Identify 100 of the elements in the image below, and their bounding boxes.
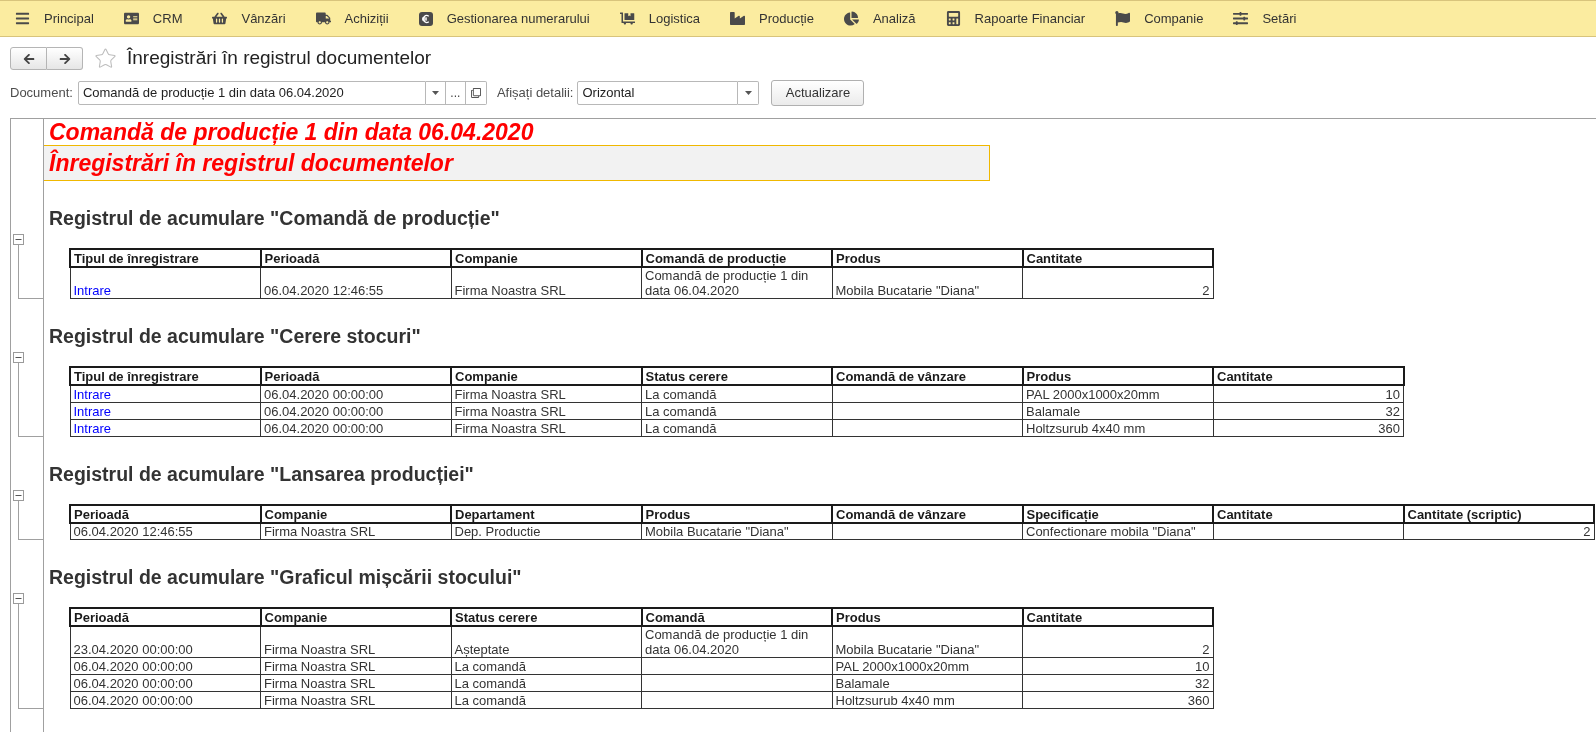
- calculator-icon: [945, 11, 961, 26]
- table-cell: 2: [1022, 267, 1213, 299]
- table-cell: Firma Noastra SRL: [260, 522, 451, 540]
- report-subtitle: Înregistrări în registrul documentelor: [44, 145, 990, 181]
- open-button[interactable]: [465, 81, 487, 105]
- select-button[interactable]: ...: [445, 81, 466, 105]
- menu-item[interactable]: Setări: [1233, 8, 1297, 29]
- menu-item[interactable]: Companie: [1115, 8, 1204, 29]
- table-cell: 32: [1022, 674, 1213, 692]
- table-cell: La comandă: [451, 674, 642, 692]
- column-header: Produs: [832, 608, 1023, 626]
- table-cell: Firma Noastra SRL: [260, 626, 451, 658]
- menu-item[interactable]: Analiză: [843, 8, 916, 29]
- hand-truck-icon: [619, 11, 635, 26]
- overlapping-squares-icon: [470, 88, 481, 98]
- record-link[interactable]: Intrare: [73, 283, 112, 298]
- menu-item[interactable]: Principal: [15, 8, 94, 29]
- table-cell: Firma Noastra SRL: [260, 657, 451, 675]
- table-cell: La comandă: [641, 419, 832, 436]
- details-field[interactable]: Orizontal: [577, 81, 739, 105]
- table-cell: Dep. Productie: [451, 522, 642, 540]
- column-header: Comandă de producție: [641, 249, 832, 267]
- column-header: Companie: [451, 249, 642, 267]
- table-cell: Holtzsurub 4x40 mm: [832, 691, 1023, 709]
- collapse-icon[interactable]: [13, 234, 24, 245]
- record-link[interactable]: Intrare: [73, 386, 112, 402]
- table-cell: La comandă: [451, 691, 642, 709]
- menu-item[interactable]: Producție: [730, 8, 814, 29]
- column-header: Tipul de înregistrare: [70, 249, 261, 267]
- collapse-icon[interactable]: [13, 352, 24, 363]
- table-cell: Comandă de producție 1 din data 06.04.2020: [641, 267, 832, 299]
- arrow-right-icon: [58, 52, 71, 65]
- menu-icon: [15, 11, 30, 26]
- record-link[interactable]: Intrare: [73, 403, 112, 419]
- menu-item[interactable]: Rapoarte Financiar: [945, 8, 1086, 29]
- table-cell: 06.04.2020 12:46:55: [70, 522, 261, 540]
- menu-item[interactable]: Vânzări: [212, 8, 286, 29]
- column-header: Comandă: [641, 608, 832, 626]
- collapse-icon[interactable]: [13, 593, 24, 604]
- table-cell: 360: [1022, 691, 1213, 709]
- table-cell: Holtzsurub 4x40 mm: [1022, 419, 1213, 436]
- table-cell: Firma Noastra SRL: [451, 419, 642, 436]
- table-cell: 06.04.2020 00:00:00: [70, 657, 261, 675]
- table-cell: 2: [1403, 522, 1594, 540]
- table-cell: Firma Noastra SRL: [260, 691, 451, 709]
- column-header: Companie: [260, 504, 451, 523]
- table-cell: Mobila Bucatarie "Diana": [832, 626, 1023, 658]
- menu-item[interactable]: Logistica: [619, 8, 700, 29]
- section-heading: Registrul de acumulare "Cerere stocuri": [49, 325, 421, 347]
- column-header: Cantitate: [1022, 249, 1213, 267]
- table-cell: 06.04.2020 00:00:00: [260, 419, 451, 436]
- back-button[interactable]: [10, 47, 47, 70]
- section-heading: Registrul de acumulare "Graficul mișcării stocului": [49, 566, 522, 588]
- dropdown-button[interactable]: [425, 81, 446, 105]
- sliders-icon: [1233, 11, 1249, 26]
- document-field[interactable]: Comandă de producție 1 din data 06.04.2020: [77, 81, 426, 105]
- table-cell: Firma Noastra SRL: [451, 267, 642, 299]
- caret-down-icon: [431, 91, 439, 95]
- star-icon[interactable]: [94, 47, 117, 70]
- table-cell: 06.04.2020 12:46:55: [260, 267, 451, 299]
- refresh-button[interactable]: Actualizare: [771, 80, 865, 106]
- table-cell: 06.04.2020 00:00:00: [70, 674, 261, 692]
- column-header: Perioadă: [70, 504, 261, 523]
- dropdown-button[interactable]: [738, 81, 760, 105]
- column-header: Comandă de vânzare: [832, 504, 1023, 523]
- table-cell: Firma Noastra SRL: [451, 385, 642, 402]
- column-header: Companie: [451, 367, 642, 385]
- table-cell: 23.04.2020 00:00:00: [70, 626, 261, 658]
- menu-item[interactable]: Gestionarea numerarului: [418, 8, 590, 29]
- truck-icon: [315, 11, 331, 26]
- basket-icon: [212, 11, 228, 26]
- forward-button[interactable]: [47, 47, 83, 70]
- table-cell: Mobila Bucatarie "Diana": [641, 522, 832, 540]
- column-header: Cantitate: [1022, 608, 1213, 626]
- section-heading: Registrul de acumulare "Lansarea producției": [49, 462, 474, 485]
- table-cell: 06.04.2020 00:00:00: [260, 385, 451, 402]
- collapse-icon[interactable]: [13, 489, 24, 501]
- field-label: Document:: [10, 84, 73, 103]
- arrow-left-icon: [22, 52, 35, 65]
- column-header: Perioadă: [260, 367, 451, 385]
- column-header: Produs: [641, 504, 832, 523]
- caret-down-icon: [744, 91, 752, 95]
- record-link[interactable]: Intrare: [73, 420, 112, 436]
- table-cell: PAL 2000x1000x20mm: [1022, 385, 1213, 402]
- table-cell: Comandă de producție 1 din data 06.04.2020: [641, 626, 832, 658]
- table-cell: 10: [1022, 657, 1213, 675]
- column-header: Cantitate: [1213, 367, 1404, 385]
- column-header: Status cerere: [451, 608, 642, 626]
- menu-item[interactable]: CRM: [123, 8, 183, 29]
- table-cell: 360: [1213, 419, 1404, 436]
- pie-chart-icon: [843, 11, 859, 26]
- page-title: Înregistrări în registrul documentelor: [127, 46, 432, 71]
- table-cell: La comandă: [641, 385, 832, 402]
- column-header: Produs: [1022, 367, 1213, 385]
- table-cell: Balamale: [832, 674, 1023, 692]
- menu-item[interactable]: Achiziții: [315, 8, 389, 29]
- table-cell: Confectionare mobila "Diana": [1022, 522, 1213, 540]
- table-cell: 2: [1022, 626, 1213, 658]
- table-cell: Așteptate: [451, 626, 642, 658]
- table-cell: 32: [1213, 402, 1404, 419]
